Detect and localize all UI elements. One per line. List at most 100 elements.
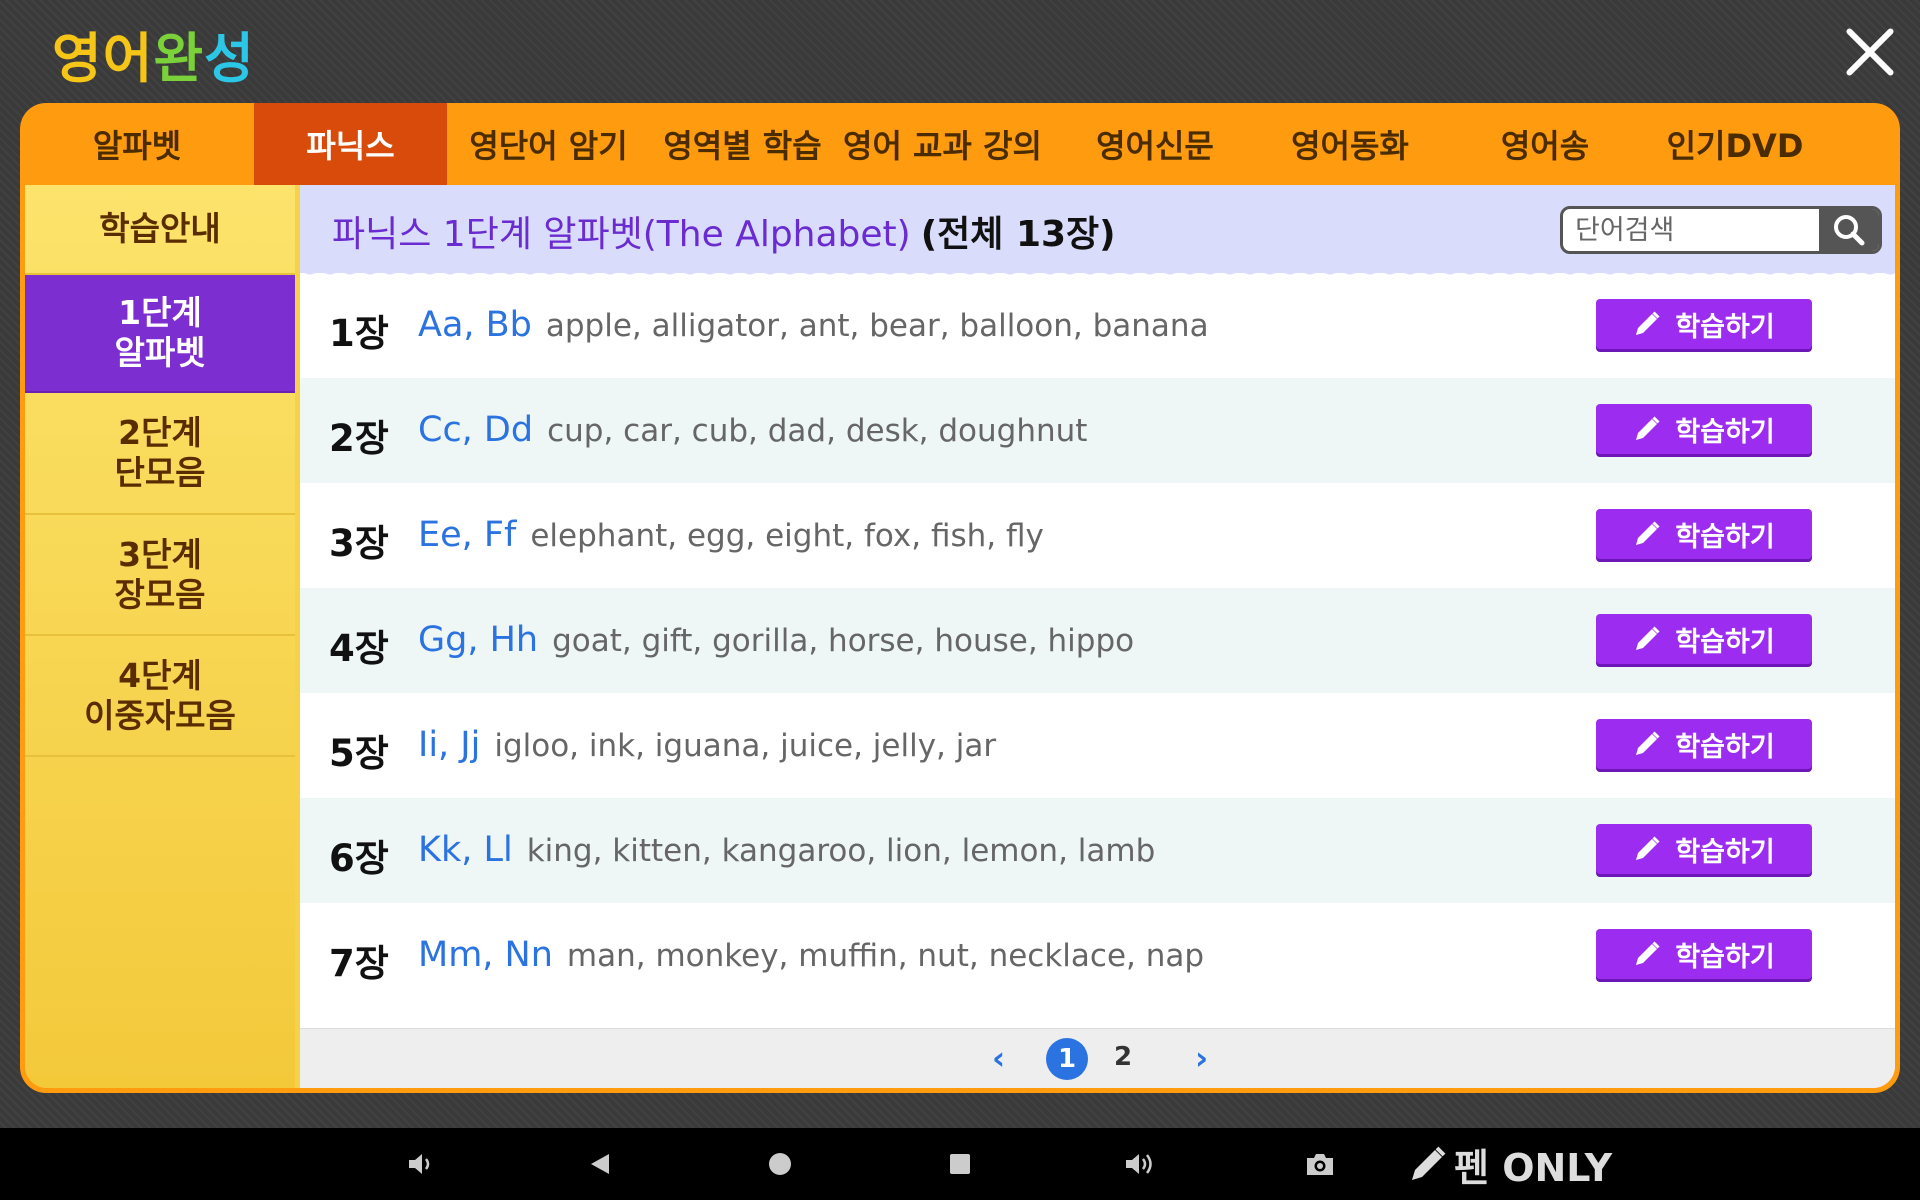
- sidebar-item-label: 학습안내: [99, 209, 221, 248]
- content-area: 학습안내 1단계 알파벳 2단계 단모음 3단계 장모음 4단계 이중자모음 파…: [25, 185, 1895, 1088]
- tab-textbook-lecture[interactable]: 영어 교과 강의: [835, 103, 1050, 185]
- system-nav-bar: 펜 ONLY: [0, 1128, 1920, 1200]
- sidebar-item-label: 2단계: [118, 413, 202, 452]
- study-button-label: 학습하기: [1675, 941, 1775, 973]
- tab-area-study[interactable]: 영역별 학습: [650, 103, 835, 185]
- study-button[interactable]: 학습하기: [1596, 929, 1812, 979]
- chapter-number: 1장: [329, 312, 389, 355]
- search-box: [1560, 206, 1882, 254]
- search-icon: [1834, 215, 1865, 246]
- pencil-icon: [1636, 521, 1660, 545]
- tab-phonics[interactable]: 파닉스: [254, 103, 447, 185]
- chapter-row: 4장 Gg, Hh goat, gift, gorilla, horse, hou…: [300, 588, 1895, 693]
- sidebar-item-step3-long-vowels[interactable]: 3단계 장모음: [25, 515, 295, 636]
- tab-alphabet[interactable]: 알파벳: [20, 103, 254, 185]
- study-button[interactable]: 학습하기: [1596, 614, 1812, 664]
- study-button-label: 학습하기: [1675, 626, 1775, 658]
- tab-storybook[interactable]: 영어동화: [1260, 103, 1440, 185]
- chapter-number: 2장: [329, 417, 389, 460]
- camera-icon[interactable]: [1300, 1128, 1340, 1200]
- page-2-button[interactable]: 2: [1114, 1042, 1132, 1072]
- study-button[interactable]: 학습하기: [1596, 824, 1812, 874]
- page-title-text: 파닉스 1단계 알파벳(The Alphabet): [332, 214, 911, 255]
- prev-page-button[interactable]: ‹: [992, 1039, 1005, 1077]
- sidebar-item-guide[interactable]: 학습안내: [25, 185, 295, 275]
- chapter-row: 1장 Aa, Bb apple, alligator, ant, bear, ba…: [300, 273, 1895, 378]
- chapter-words: elephant, egg, eight, fox, fish, fly: [530, 518, 1044, 554]
- search-button[interactable]: [1819, 209, 1879, 251]
- chapter-letters: Ee, Ff: [418, 515, 517, 555]
- volume-up-icon[interactable]: [1120, 1128, 1160, 1200]
- chapter-row: 5장 Ii, Jj igloo, ink, iguana, juice, jell…: [300, 693, 1895, 798]
- sidebar-item-sublabel: 알파벳: [114, 333, 206, 372]
- chapter-words: man, monkey, muffin, nut, necklace, nap: [566, 938, 1205, 974]
- study-button[interactable]: 학습하기: [1596, 719, 1812, 769]
- search-input[interactable]: [1563, 209, 1835, 251]
- study-button-label: 학습하기: [1675, 521, 1775, 553]
- chapter-letters: Gg, Hh: [418, 620, 539, 660]
- study-button[interactable]: 학습하기: [1596, 509, 1812, 559]
- pencil-icon: [1636, 941, 1660, 965]
- tab-newspaper[interactable]: 영어신문: [1050, 103, 1260, 185]
- pencil-icon: [1636, 626, 1660, 650]
- home-icon[interactable]: [760, 1128, 800, 1200]
- sidebar-item-sublabel: 장모음: [114, 574, 206, 614]
- chapter-row: 2장 Cc, Dd cup, car, cub, dad, desk, dough…: [300, 378, 1895, 483]
- tab-popular-dvd[interactable]: 인기DVD: [1650, 103, 1820, 185]
- pen-only-label: 펜 ONLY: [1454, 1145, 1613, 1190]
- chapter-number: 5장: [329, 732, 389, 775]
- chapter-words: king, kitten, kangaroo, lion, lemon, lam…: [526, 833, 1156, 869]
- sidebar-item-label: 1단계: [118, 293, 202, 332]
- chapter-number: 7장: [329, 942, 389, 985]
- chapter-words: apple, alligator, ant, bear, balloon, ba…: [545, 308, 1209, 344]
- chapter-letters: Cc, Dd: [418, 410, 534, 450]
- chapter-number: 4장: [329, 627, 389, 670]
- chapter-words: igloo, ink, iguana, juice, jelly, jar: [494, 728, 997, 764]
- top-nav: 알파벳 파닉스 영단어 암기 영역별 학습 영어 교과 강의 영어신문 영어동화…: [20, 103, 1900, 185]
- lesson-list-area: 파닉스 1단계 알파벳(The Alphabet)(전체 13장) 1장: [300, 185, 1895, 1088]
- close-icon[interactable]: [1840, 22, 1900, 82]
- chapter-letters: Mm, Nn: [418, 935, 553, 975]
- chapter-count: (전체 13장): [920, 214, 1116, 255]
- chapter-letters: Kk, Ll: [418, 830, 513, 870]
- study-button-label: 학습하기: [1675, 416, 1775, 448]
- logo-char: 어: [102, 26, 154, 90]
- main-panel: 알파벳 파닉스 영단어 암기 영역별 학습 영어 교과 강의 영어신문 영어동화…: [20, 103, 1900, 1093]
- chapter-row: 6장 Kk, Ll king, kitten, kangaroo, lion, l…: [300, 798, 1895, 903]
- study-button-label: 학습하기: [1675, 836, 1775, 868]
- sidebar-item-sublabel: 이중자모음: [84, 695, 236, 735]
- sidebar-item-step2-short-vowels[interactable]: 2단계 단모음: [25, 393, 295, 515]
- study-button-label: 학습하기: [1675, 311, 1775, 343]
- page-title: 파닉스 1단계 알파벳(The Alphabet) (전체 13장): [332, 205, 1116, 257]
- back-icon[interactable]: [580, 1128, 620, 1200]
- pencil-icon: [1412, 1146, 1446, 1180]
- tab-vocab-memorize[interactable]: 영단어 암기: [447, 103, 650, 185]
- tab-song[interactable]: 영어송: [1440, 103, 1650, 185]
- chapter-words: goat, gift, gorilla, horse, house, hippo: [552, 623, 1135, 659]
- chapter-letters: Ii, Jj: [418, 725, 481, 765]
- chapter-row: 7장 Mm, Nn man, monkey, muffin, nut, neckl…: [300, 903, 1895, 1008]
- study-button[interactable]: 학습하기: [1596, 299, 1812, 349]
- sidebar-item-label: 4단계: [118, 655, 202, 695]
- page-1-button[interactable]: 1: [1046, 1038, 1088, 1080]
- study-button-label: 학습하기: [1675, 731, 1775, 763]
- volume-down-icon[interactable]: [400, 1128, 440, 1200]
- pen-only-toggle[interactable]: 펜 ONLY: [1408, 1138, 1612, 1190]
- recents-icon[interactable]: [940, 1128, 980, 1200]
- study-button[interactable]: 학습하기: [1596, 404, 1812, 454]
- logo-char: 성: [204, 26, 255, 90]
- pencil-icon: [1636, 416, 1660, 440]
- chapter-number: 6장: [329, 837, 389, 880]
- chapter-letters: Aa, Bb: [418, 305, 532, 345]
- pencil-icon: [1636, 836, 1660, 860]
- chapter-row: 3장 Ee, Ff elephant, egg, eight, fox, fish…: [300, 483, 1895, 588]
- sidebar-item-sublabel: 단모음: [114, 453, 206, 492]
- chapter-list: 1장 Aa, Bb apple, alligator, ant, bear, ba…: [300, 273, 1895, 1008]
- sidebar-item-step4-digraphs[interactable]: 4단계 이중자모음: [25, 636, 295, 757]
- logo-char: 영: [52, 26, 103, 90]
- sidebar: 학습안내 1단계 알파벳 2단계 단모음 3단계 장모음 4단계 이중자모음: [25, 185, 295, 1088]
- sidebar-item-step1-alphabet[interactable]: 1단계 알파벳: [25, 275, 295, 393]
- next-page-button[interactable]: ›: [1195, 1039, 1208, 1077]
- chapter-number: 3장: [329, 522, 389, 565]
- logo-char: 완: [153, 26, 205, 90]
